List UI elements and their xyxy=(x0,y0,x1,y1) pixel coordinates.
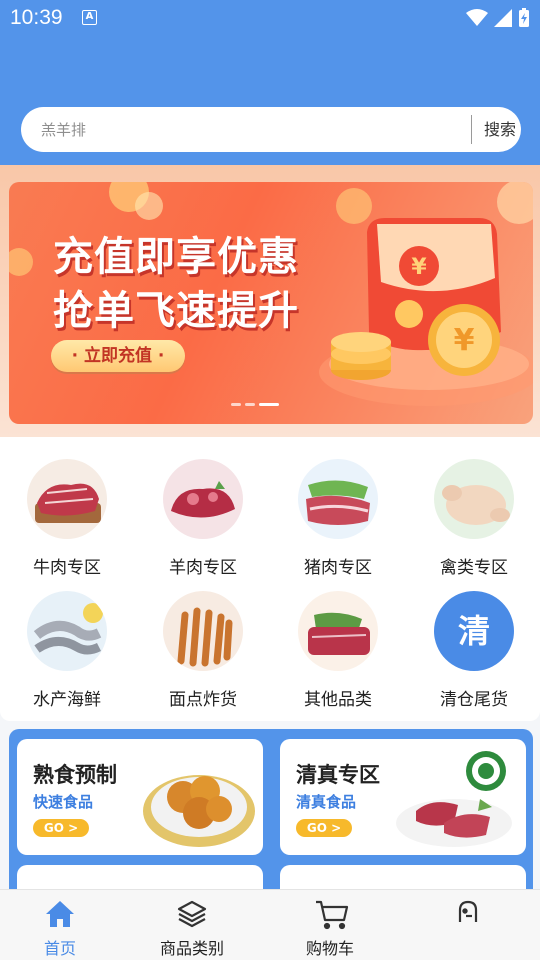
promo-subtitle: 清真食品 xyxy=(296,793,357,811)
pork-icon xyxy=(298,459,378,539)
promo-section: 熟食预制 快速食品 GO > 清真专区 清真食品 GO > xyxy=(9,729,533,905)
clearance-badge-text: 清 xyxy=(457,612,490,650)
promo-card-deli[interactable]: 熟食预制 快速食品 GO > xyxy=(17,739,263,855)
category-label: 其他品类 xyxy=(304,690,372,710)
banner-pagination xyxy=(231,403,279,406)
pagination-dot xyxy=(245,403,255,406)
promo-go-button[interactable]: GO > xyxy=(33,819,89,837)
status-time: 10:39 xyxy=(10,6,63,29)
profile-icon xyxy=(458,900,478,922)
tab-label: 购物车 xyxy=(305,939,354,958)
category-fried-dough[interactable]: 面点炸货 xyxy=(148,569,258,710)
status-icons xyxy=(466,8,530,28)
tab-profile[interactable] xyxy=(408,890,528,960)
coin-yen: ¥ xyxy=(454,323,475,358)
tab-cart[interactable]: 购物车 xyxy=(270,890,390,960)
promo-banner[interactable]: ¥ ¥ 充值即享优惠 抢单飞速提升 · 立即充值 · xyxy=(9,182,533,424)
category-poultry[interactable]: 禽类专区 xyxy=(419,437,529,578)
tab-categories[interactable]: 商品类别 xyxy=(132,890,252,960)
search-bar: 搜索 xyxy=(21,107,521,152)
promo-title: 清真专区 xyxy=(296,763,380,787)
banner-section: ¥ ¥ 充值即享优惠 抢单飞速提升 · 立即充值 · xyxy=(0,165,540,437)
category-seafood[interactable]: 水产海鲜 xyxy=(12,569,122,710)
beef-icon xyxy=(27,459,107,539)
app-header: 10:39 A 搜索 xyxy=(0,0,540,165)
tab-label: 商品类别 xyxy=(159,939,224,958)
category-label: 水产海鲜 xyxy=(33,690,101,710)
clearance-icon: 清 xyxy=(434,591,514,671)
notification-icon: A xyxy=(82,10,97,25)
pagination-dot xyxy=(231,403,241,406)
search-input[interactable] xyxy=(41,107,461,152)
promo-go-button[interactable]: GO > xyxy=(296,819,352,837)
cart-icon xyxy=(316,900,349,930)
pagination-dot-active xyxy=(259,403,279,406)
category-beef[interactable]: 牛肉专区 xyxy=(12,437,122,578)
status-bar: 10:39 A xyxy=(0,0,540,38)
tab-home[interactable]: 首页 xyxy=(0,890,120,960)
battery-icon xyxy=(519,8,529,27)
recharge-button[interactable]: · 立即充值 · xyxy=(51,340,185,372)
bottom-tab-bar: 首页 商品类别 购物车 xyxy=(0,889,540,960)
promo-subtitle: 快速食品 xyxy=(33,793,94,811)
wifi-icon xyxy=(466,9,488,26)
fried-dough-icon xyxy=(163,591,243,671)
category-other[interactable]: 其他品类 xyxy=(283,569,393,710)
signal-icon xyxy=(494,9,512,27)
lamb-icon xyxy=(163,459,243,539)
promo-card-halal[interactable]: 清真专区 清真食品 GO > xyxy=(280,739,526,855)
tab-label: 首页 xyxy=(43,939,76,958)
envelope-yen: ¥ xyxy=(411,255,427,280)
layers-icon xyxy=(177,900,207,928)
other-meat-icon xyxy=(298,591,378,671)
search-button[interactable]: 搜索 xyxy=(479,107,521,152)
category-label: 面点炸货 xyxy=(169,690,237,710)
category-label: 清仓尾货 xyxy=(440,690,508,710)
seafood-icon xyxy=(27,591,107,671)
category-grid: 牛肉专区 羊肉专区 猪肉专区 禽类专区 水产海鲜 面点炸货 其他品类 清 清仓尾… xyxy=(0,437,540,721)
category-lamb[interactable]: 羊肉专区 xyxy=(148,437,258,578)
fried-chicken-icon xyxy=(143,775,255,847)
category-clearance[interactable]: 清 清仓尾货 xyxy=(419,569,529,710)
poultry-icon xyxy=(434,459,514,539)
category-pork[interactable]: 猪肉专区 xyxy=(283,437,393,578)
search-divider xyxy=(471,115,472,144)
home-icon xyxy=(46,901,74,927)
banner-headline-2: 抢单飞速提升 xyxy=(53,288,299,334)
promo-title: 熟食预制 xyxy=(33,763,117,787)
halal-steak-icon xyxy=(396,751,512,847)
banner-headline-1: 充值即享优惠 xyxy=(53,234,299,280)
